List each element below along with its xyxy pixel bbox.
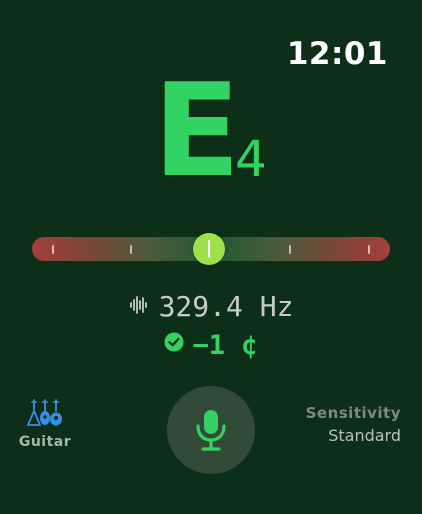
- instrument-button[interactable]: Guitar: [18, 398, 72, 450]
- meter-tick: [130, 245, 132, 254]
- meter-tick: [368, 245, 370, 254]
- instrument-label: Guitar: [18, 434, 72, 450]
- sensitivity-control[interactable]: Sensitivity Standard: [306, 404, 401, 445]
- cents-readout: −1 ¢: [0, 330, 422, 361]
- frequency-readout: 329.4 Hz: [0, 290, 422, 323]
- sensitivity-title: Sensitivity: [305, 404, 401, 422]
- note-name: E: [153, 57, 241, 206]
- checkmark-circle-icon: [164, 328, 184, 359]
- status-time: 12:01: [286, 36, 388, 72]
- meter-tick: [289, 245, 291, 254]
- pitch-indicator: [193, 233, 225, 265]
- note-octave: 4: [235, 130, 267, 188]
- microphone-icon: [196, 410, 226, 451]
- meter-tick: [52, 245, 54, 254]
- indicator-center-line: [208, 240, 210, 258]
- microphone-button[interactable]: [167, 386, 255, 474]
- cents-value: −1 ¢: [192, 330, 258, 361]
- frequency-value: 329.4 Hz: [158, 290, 294, 323]
- guitar-instruments-icon: [26, 399, 64, 432]
- waveform-icon: [129, 289, 149, 322]
- note-display: E 4: [0, 68, 422, 198]
- sensitivity-value: Standard: [328, 426, 401, 445]
